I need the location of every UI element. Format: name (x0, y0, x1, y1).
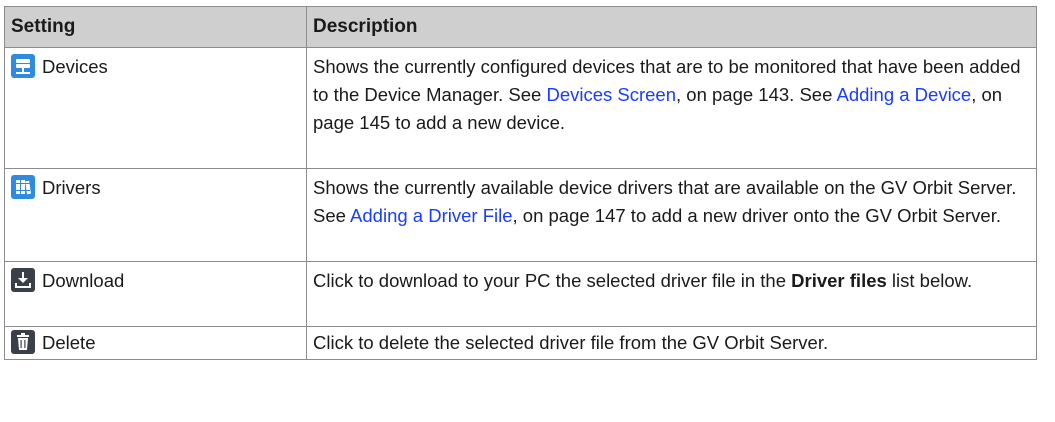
table-row: Devices Shows the currently configured d… (4, 47, 1037, 169)
settings-table: Setting Description Devices Shows the cu… (4, 6, 1037, 360)
description-cell: Click to download to your PC the selecte… (306, 261, 1037, 327)
header-description: Description (306, 6, 1037, 48)
setting-label: Delete (42, 332, 96, 353)
devices-icon (11, 54, 35, 78)
setting-label: Download (42, 270, 125, 291)
description-cell: Shows the currently configured devices t… (306, 47, 1037, 169)
setting-cell: Download (4, 261, 307, 327)
setting-cell: Delete (4, 326, 307, 360)
devices-screen-link[interactable]: Devices Screen (546, 84, 676, 105)
setting-label: Devices (42, 56, 108, 77)
trash-icon (11, 330, 35, 354)
setting-label: Drivers (42, 177, 101, 198)
header-row: Setting Description (4, 6, 1037, 48)
table-row: Delete Click to delete the selected driv… (4, 326, 1037, 360)
adding-device-link[interactable]: Adding a Device (837, 84, 972, 105)
description-cell: Shows the currently available device dri… (306, 168, 1037, 262)
download-icon (11, 268, 35, 292)
setting-cell: Devices (4, 47, 307, 169)
description-cell: Click to delete the selected driver file… (306, 326, 1037, 360)
description-text: Click to download to your PC the selecte… (313, 270, 792, 291)
description-text: , on page 143. See (676, 84, 837, 105)
header-setting: Setting (4, 6, 307, 48)
description-text: Click to delete the selected driver file… (313, 332, 829, 353)
drivers-icon (11, 175, 35, 199)
description-text: , on page 147 to add a new driver onto t… (512, 205, 1002, 226)
adding-driver-file-link[interactable]: Adding a Driver File (350, 205, 512, 226)
description-text: list below. (886, 270, 973, 291)
setting-cell: Drivers (4, 168, 307, 262)
driver-files-term: Driver files (791, 270, 887, 291)
table-row: Drivers Shows the currently available de… (4, 168, 1037, 262)
table-row: Download Click to download to your PC th… (4, 261, 1037, 327)
